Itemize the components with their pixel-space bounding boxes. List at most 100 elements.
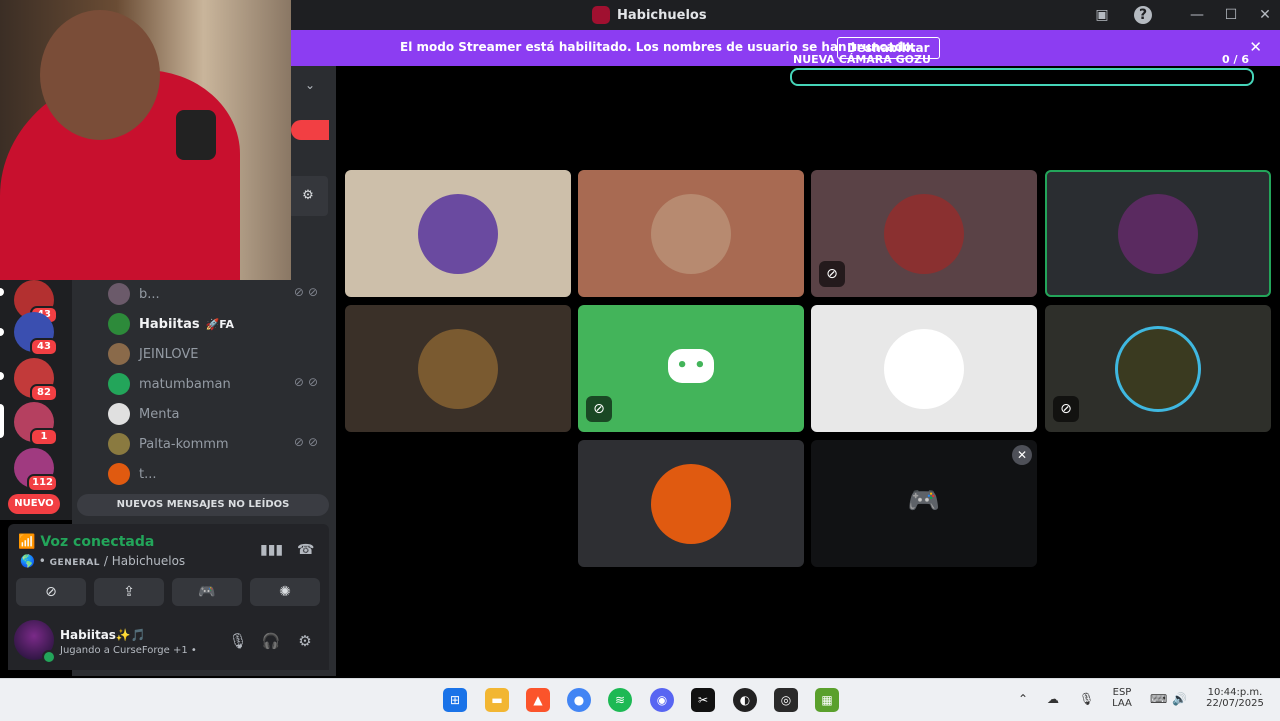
avatar bbox=[108, 373, 130, 395]
video-tile[interactable]: • • ⊘ bbox=[578, 305, 804, 432]
avatar bbox=[108, 343, 130, 365]
muted-deafened-icon: ⊘⊘ bbox=[293, 435, 322, 449]
headphones-icon[interactable]: 🎧 bbox=[261, 631, 281, 651]
video-tile[interactable] bbox=[345, 305, 571, 432]
new-messages-bar[interactable]: NUEVOS MENSAJES NO LEÍDOS bbox=[77, 494, 329, 516]
noise-suppression-icon[interactable]: ▮▮▮ bbox=[260, 542, 283, 558]
user-panel: Habiitas✨🎵 Jugando a CurseForge +1 • 🎙 🎧… bbox=[8, 612, 329, 670]
camera-goal-count: 0 / 6 bbox=[1222, 53, 1249, 66]
soundboard-button[interactable]: ✺ bbox=[250, 578, 320, 606]
settings-gear-icon[interactable]: ⚙ bbox=[295, 631, 315, 651]
maximize-button[interactable]: ☐ bbox=[1222, 6, 1240, 24]
voice-member[interactable]: matumbaman ⊘⊘ bbox=[108, 372, 328, 396]
globe-icon: 🌎 bbox=[20, 554, 35, 568]
voice-panel: 📶 Voz conectada 🌎 • GENERAL / Habichuelo… bbox=[8, 524, 329, 612]
avatar bbox=[418, 329, 498, 409]
video-tile[interactable] bbox=[578, 170, 804, 297]
avatar bbox=[651, 194, 731, 274]
activity-button[interactable]: 🎮 bbox=[172, 578, 242, 606]
mention-badge: 43 bbox=[30, 338, 58, 356]
mention-badge: 1 bbox=[30, 428, 58, 446]
onedrive-icon[interactable]: ☁ bbox=[1047, 692, 1059, 706]
server-icon[interactable]: 82 bbox=[14, 358, 58, 402]
clock[interactable]: 10:44:p.m. 22/07/2025 bbox=[1200, 687, 1270, 709]
capcut-icon[interactable]: ✂ bbox=[691, 688, 715, 712]
server-icon[interactable]: 1 bbox=[14, 402, 58, 446]
video-tile[interactable] bbox=[345, 170, 571, 297]
chrome-icon[interactable]: ● bbox=[567, 688, 591, 712]
gear-icon[interactable]: ⚙ bbox=[288, 176, 328, 216]
voice-member[interactable]: t... bbox=[108, 462, 328, 486]
voice-member[interactable]: Habiitas 🚀FA bbox=[108, 312, 328, 336]
close-banner-icon[interactable]: ✕ bbox=[1249, 38, 1262, 56]
video-tile[interactable] bbox=[578, 440, 804, 567]
avatar bbox=[108, 313, 130, 335]
avatar bbox=[651, 464, 731, 544]
voice-member[interactable]: Palta-kommm ⊘⊘ bbox=[108, 432, 328, 456]
voice-channel-name: Habichuelos bbox=[111, 554, 186, 568]
microphone-tray-icon[interactable]: 🎙 bbox=[1079, 692, 1094, 706]
camera-off-button[interactable]: ⊘ bbox=[16, 578, 86, 606]
microphone-prop bbox=[176, 110, 216, 160]
camera-goal-label: NUEVA CÁMARA GOZU bbox=[793, 53, 931, 66]
mention-badge: 112 bbox=[27, 474, 58, 492]
discord-app-icon[interactable]: ◉ bbox=[650, 688, 674, 712]
chevron-down-icon[interactable]: ⌄ bbox=[305, 78, 315, 92]
taskbar: ⊞ ▬ ▲ ● ≋ ◉ ✂ ◐ ◎ ▦ ⌃ ☁ 🎙 ESP LAA ⌨ 🔊 10… bbox=[0, 678, 1280, 721]
camera-goal-progress-bar bbox=[790, 68, 1254, 86]
chevron-up-icon[interactable]: ⌃ bbox=[1018, 692, 1028, 706]
voice-server-name: GENERAL bbox=[49, 558, 101, 568]
avatar bbox=[884, 329, 964, 409]
input-language: ESP bbox=[1112, 687, 1132, 698]
new-pill[interactable]: NUEVO bbox=[8, 494, 60, 514]
disconnect-icon[interactable]: ☎ bbox=[297, 542, 314, 558]
close-tile-icon[interactable]: ✕ bbox=[1012, 445, 1032, 465]
online-status-dot bbox=[42, 650, 56, 664]
voice-status: 📶 Voz conectada bbox=[18, 534, 154, 550]
brave-browser-icon[interactable]: ▲ bbox=[526, 688, 550, 712]
member-name: b... bbox=[139, 286, 160, 302]
keyboard-layout[interactable]: ESP LAA bbox=[1108, 687, 1136, 709]
help-icon[interactable]: ? bbox=[1134, 6, 1152, 24]
voice-member[interactable]: JEINLOVE bbox=[108, 342, 328, 366]
voice-member[interactable]: b... ⊘⊘ bbox=[108, 282, 328, 306]
server-icon[interactable]: 112 bbox=[14, 448, 58, 492]
avatar bbox=[1118, 329, 1198, 409]
server-list: 43 43 82 1 112 bbox=[0, 280, 72, 520]
unread-pill bbox=[0, 288, 4, 296]
close-window-button[interactable]: ✕ bbox=[1256, 6, 1274, 24]
selected-pill bbox=[0, 404, 4, 438]
member-name: Palta-kommm bbox=[139, 436, 229, 452]
video-tile[interactable]: 🎮 bbox=[811, 440, 1037, 567]
window-title: Habichuelos bbox=[592, 6, 707, 24]
voice-channel-path[interactable]: 🌎 • GENERAL / Habichuelos bbox=[20, 554, 185, 568]
spotify-icon[interactable]: ≋ bbox=[608, 688, 632, 712]
webcam-overlay bbox=[0, 0, 291, 280]
video-tile[interactable]: ⊘ bbox=[811, 170, 1037, 297]
network-icon[interactable]: ⌨ bbox=[1150, 692, 1167, 706]
server-icon bbox=[592, 6, 610, 24]
minecraft-icon[interactable]: ▦ bbox=[815, 688, 839, 712]
camera-muted-icon: ⊘ bbox=[586, 396, 612, 422]
avatar bbox=[108, 403, 130, 425]
mention-badge: 82 bbox=[30, 384, 58, 402]
avatar bbox=[418, 194, 498, 274]
inbox-icon[interactable]: ▣ bbox=[1093, 6, 1111, 24]
voice-status-text[interactable]: Voz conectada bbox=[40, 534, 154, 550]
server-icon[interactable]: 43 bbox=[14, 312, 58, 356]
windows-start-icon[interactable]: ⊞ bbox=[443, 688, 467, 712]
video-tile[interactable]: ⊘ bbox=[1045, 305, 1271, 432]
microphone-icon[interactable]: 🎙 bbox=[228, 631, 248, 651]
voice-member[interactable]: Menta bbox=[108, 402, 328, 426]
app-icon[interactable]: ◎ bbox=[774, 688, 798, 712]
camera-muted-icon: ⊘ bbox=[1053, 396, 1079, 422]
video-tile[interactable] bbox=[1045, 170, 1271, 297]
screen-share-button[interactable]: ⇪ bbox=[94, 578, 164, 606]
video-tile[interactable] bbox=[811, 305, 1037, 432]
avatar bbox=[108, 283, 130, 305]
obs-icon[interactable]: ◐ bbox=[733, 688, 757, 712]
volume-icon[interactable]: 🔊 bbox=[1172, 692, 1187, 706]
minimize-button[interactable]: — bbox=[1188, 6, 1206, 24]
username[interactable]: Habiitas✨🎵 bbox=[60, 628, 146, 642]
file-explorer-icon[interactable]: ▬ bbox=[485, 688, 509, 712]
